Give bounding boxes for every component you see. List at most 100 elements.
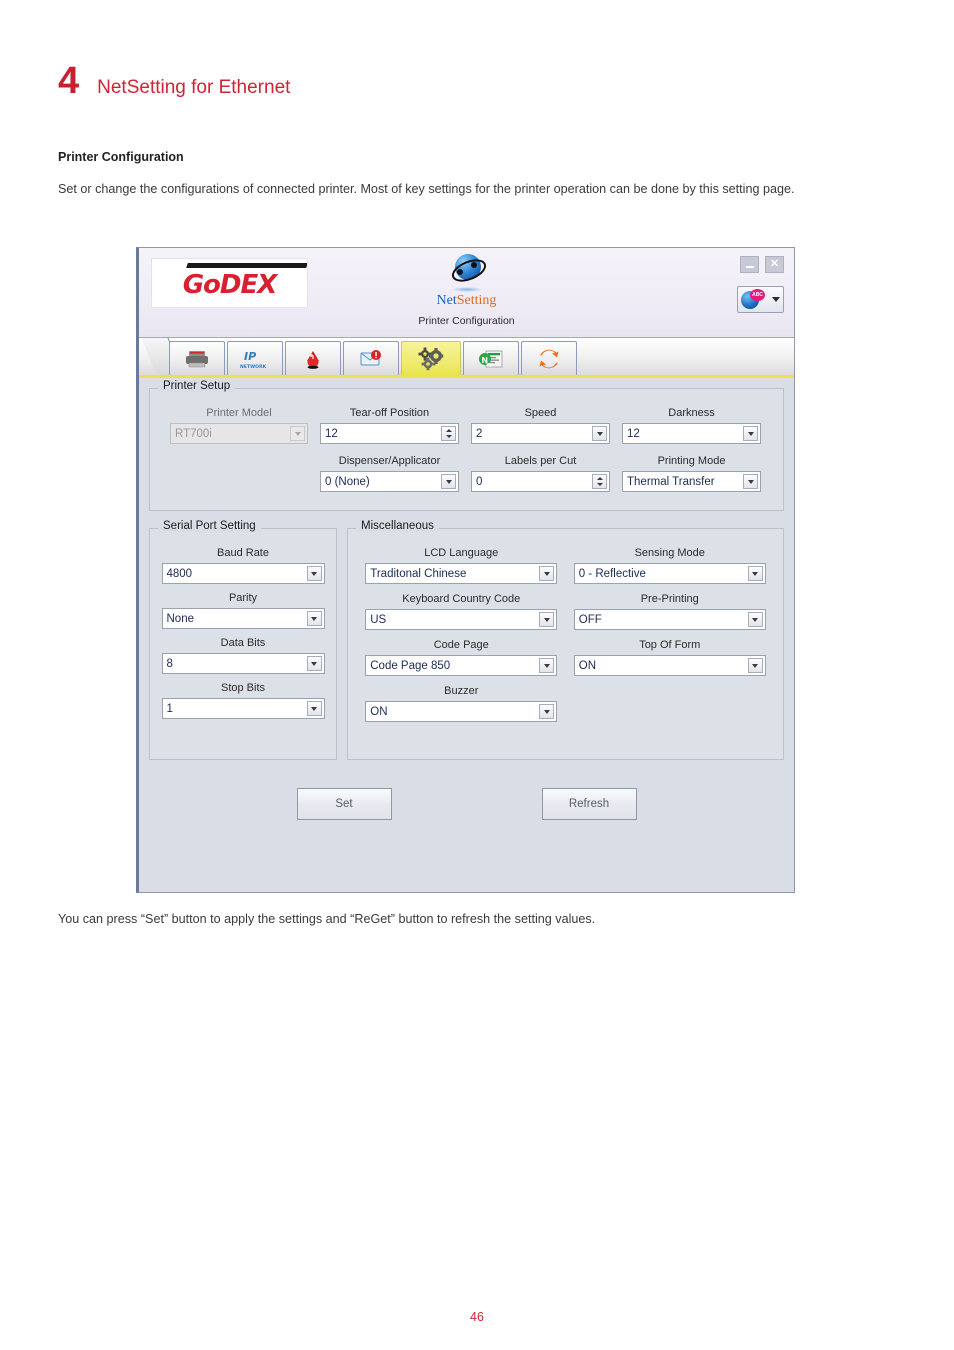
lcd-language-select[interactable]: Traditonal Chinese xyxy=(365,563,558,584)
buzzer-value: ON xyxy=(370,705,388,718)
field-code-page: Code Page Code Page 850 xyxy=(364,639,559,676)
field-top-of-form: Top Of Form ON xyxy=(573,639,768,676)
keyboard-country-code-select[interactable]: US xyxy=(365,609,558,630)
field-darkness: Darkness 12 xyxy=(622,407,761,444)
set-button[interactable]: Set xyxy=(296,788,392,820)
svg-text:NETWORK: NETWORK xyxy=(240,364,267,370)
printer-model-value: RT700i xyxy=(175,427,212,440)
top-of-form-select[interactable]: ON xyxy=(573,655,766,676)
netsetting-window: GoDEX NetSetting Printer Configuration ✕ xyxy=(136,247,795,893)
field-stop-bits: Stop Bits 1 xyxy=(161,682,325,719)
printer-model-label: Printer Model xyxy=(206,407,272,419)
action-button-row: Set Refresh xyxy=(149,788,784,820)
field-labels-per-cut: Labels per Cut 0 xyxy=(471,455,610,492)
figure-caption: You can press “Set” button to apply the … xyxy=(58,912,596,926)
chapter-header: 4 NetSetting for Ethernet xyxy=(58,62,290,100)
language-selector-button[interactable] xyxy=(737,286,784,313)
stop-bits-select[interactable]: 1 xyxy=(161,698,325,719)
field-sensing-mode: Sensing Mode 0 - Reflective xyxy=(573,547,768,584)
chevron-down-icon xyxy=(290,426,305,441)
chevron-down-icon[interactable] xyxy=(592,426,607,441)
tab-label-editor[interactable]: N xy xyxy=(463,341,519,375)
tab-mail[interactable] xyxy=(343,341,399,375)
chevron-down-icon[interactable] xyxy=(743,474,758,489)
gears-icon xyxy=(416,347,446,371)
field-dispenser-applicator: Dispenser/Applicator 0 (None) xyxy=(320,455,459,492)
chapter-title: NetSetting for Ethernet xyxy=(97,77,291,98)
netsetting-wordmark: NetSetting xyxy=(437,293,497,309)
chevron-down-icon[interactable] xyxy=(747,612,763,627)
labels-per-cut-label: Labels per Cut xyxy=(504,455,577,467)
close-icon[interactable]: ✕ xyxy=(765,256,784,273)
pre-printing-label: Pre-Printing xyxy=(640,593,699,605)
spinner-arrows-icon[interactable] xyxy=(441,426,456,441)
chevron-down-icon[interactable] xyxy=(539,704,555,719)
field-spacer xyxy=(170,455,308,492)
chevron-down-icon[interactable] xyxy=(743,426,758,441)
parity-select[interactable]: None xyxy=(161,608,325,629)
chevron-down-icon[interactable] xyxy=(306,611,322,626)
tab-bar: IP NETWORK N xy xyxy=(139,338,794,378)
pre-printing-select[interactable]: OFF xyxy=(573,609,766,630)
code-page-select[interactable]: Code Page 850 xyxy=(365,655,558,676)
chevron-down-icon[interactable] xyxy=(539,612,555,627)
baud-rate-select[interactable]: 4800 xyxy=(161,563,325,584)
buzzer-label: Buzzer xyxy=(444,685,479,697)
chevron-down-icon[interactable] xyxy=(539,658,555,673)
field-printing-mode: Printing Mode Thermal Transfer xyxy=(622,455,761,492)
alert-bell-icon xyxy=(302,348,324,370)
chevron-down-icon[interactable] xyxy=(747,566,763,581)
serial-port-legend: Serial Port Setting xyxy=(158,520,261,532)
ip-network-icon: IP NETWORK xyxy=(239,348,271,370)
printer-setup-legend: Printer Setup xyxy=(158,380,236,392)
godex-logo: GoDEX xyxy=(151,258,308,308)
code-page-label: Code Page xyxy=(433,639,489,651)
tab-alert[interactable] xyxy=(285,341,341,375)
field-keyboard-country-code: Keyboard Country Code US xyxy=(364,593,559,630)
chevron-down-icon[interactable] xyxy=(747,658,763,673)
chevron-down-icon[interactable] xyxy=(306,656,322,671)
tab-ip-network[interactable]: IP NETWORK xyxy=(227,341,283,375)
field-speed: Speed 2 xyxy=(471,407,610,444)
misc-grid-spacer xyxy=(573,685,768,722)
speed-value: 2 xyxy=(476,427,483,440)
chevron-down-icon[interactable] xyxy=(441,474,456,489)
field-buzzer: Buzzer ON xyxy=(364,685,559,722)
lcd-language-value: Traditonal Chinese xyxy=(370,567,467,580)
printing-mode-select[interactable]: Thermal Transfer xyxy=(622,471,761,492)
chevron-down-icon[interactable] xyxy=(306,566,322,581)
labels-per-cut-value: 0 xyxy=(476,475,483,488)
sensing-mode-select[interactable]: 0 - Reflective xyxy=(573,563,766,584)
globe-shadow xyxy=(451,287,482,292)
data-bits-select[interactable]: 8 xyxy=(161,653,325,674)
speed-select[interactable]: 2 xyxy=(471,423,610,444)
field-lcd-language: LCD Language Traditonal Chinese xyxy=(364,547,559,584)
top-of-form-value: ON xyxy=(578,659,596,672)
printer-model-select: RT700i xyxy=(170,423,308,444)
tear-off-position-spinner[interactable]: 12 xyxy=(320,423,459,444)
darkness-select[interactable]: 12 xyxy=(622,423,761,444)
globe-abc-icon xyxy=(741,288,765,309)
refresh-button[interactable]: Refresh xyxy=(541,788,637,820)
darkness-label: Darkness xyxy=(668,407,715,419)
chevron-down-icon[interactable] xyxy=(306,701,322,716)
chevron-down-icon[interactable] xyxy=(539,566,555,581)
parity-value: None xyxy=(166,612,195,625)
tab-printer[interactable] xyxy=(169,341,225,375)
sensing-mode-value: 0 - Reflective xyxy=(578,567,646,580)
globe-icon xyxy=(448,254,489,287)
labels-per-cut-spinner[interactable]: 0 xyxy=(471,471,610,492)
window-banner: GoDEX NetSetting Printer Configuration ✕ xyxy=(139,248,794,338)
dispenser-select[interactable]: 0 (None) xyxy=(320,471,459,492)
printer-icon xyxy=(184,349,210,369)
page-title: Printer Configuration xyxy=(58,150,184,164)
spinner-arrows-icon[interactable] xyxy=(592,474,607,489)
minimize-button[interactable] xyxy=(740,256,759,273)
tab-printer-config[interactable] xyxy=(401,341,461,375)
baud-rate-label: Baud Rate xyxy=(217,547,269,559)
svg-text:xy: xy xyxy=(486,362,493,368)
sensing-mode-label: Sensing Mode xyxy=(634,547,705,559)
buzzer-select[interactable]: ON xyxy=(365,701,558,722)
darkness-value: 12 xyxy=(627,427,640,440)
tab-refresh[interactable] xyxy=(521,341,577,375)
